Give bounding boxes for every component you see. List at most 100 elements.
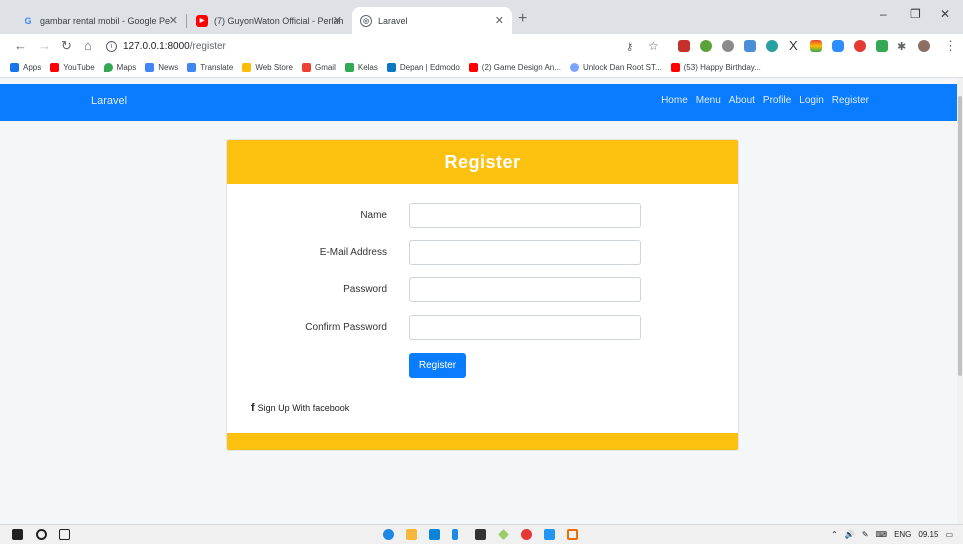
- youtube-icon: [50, 63, 60, 72]
- close-tab-icon[interactable]: ✕: [333, 14, 342, 27]
- close-tab-icon[interactable]: ✕: [495, 14, 504, 27]
- clock[interactable]: 09.15: [918, 530, 938, 539]
- bookmark-label: Translate: [200, 63, 234, 72]
- facebook-signup-link[interactable]: f Sign Up With facebook: [251, 402, 349, 414]
- forward-arrow-icon[interactable]: →: [38, 38, 51, 54]
- pen-icon[interactable]: ✎: [862, 530, 869, 539]
- bookmark-happy-birthday[interactable]: (53) Happy Birthday...: [670, 63, 761, 72]
- tab-youtube[interactable]: ▶ (7) GuyonWaton Official - Perlah ✕: [188, 7, 350, 34]
- tab-google-search[interactable]: G gambar rental mobil - Google Pe ✕: [14, 7, 186, 34]
- minimize-button[interactable]: –: [880, 7, 887, 21]
- nav-link-register[interactable]: Register: [832, 95, 869, 106]
- bookmark-translate[interactable]: Translate: [187, 63, 233, 72]
- bookmark-maps[interactable]: Maps: [103, 63, 136, 72]
- chevron-up-icon[interactable]: ⌃: [831, 530, 838, 539]
- bookmark-gmail[interactable]: Gmail: [301, 63, 336, 72]
- app-icon[interactable]: [521, 529, 532, 540]
- extension-icon[interactable]: [700, 40, 712, 52]
- globe-icon: ◎: [360, 14, 372, 27]
- translate-extension-icon[interactable]: [744, 40, 756, 52]
- drive-extension-icon[interactable]: [876, 40, 888, 52]
- reload-icon[interactable]: ↻: [61, 38, 72, 54]
- site-info-icon[interactable]: i: [106, 40, 117, 52]
- bookmark-star-icon[interactable]: ☆: [648, 38, 659, 54]
- x-extension-icon[interactable]: X: [789, 38, 798, 54]
- system-tray: ⌃ 🔊 ✎ ⌨ ENG 09.15 ▭: [824, 530, 953, 539]
- windows-start-icon[interactable]: [12, 529, 23, 540]
- notification-icon[interactable]: ▭: [945, 530, 953, 539]
- chrome-taskbar-icon[interactable]: [383, 529, 394, 540]
- navbar-brand[interactable]: Laravel: [91, 95, 127, 107]
- bookmark-youtube[interactable]: YouTube: [50, 63, 95, 72]
- zoom-extension-icon[interactable]: [832, 40, 844, 52]
- store-icon[interactable]: [429, 529, 440, 540]
- extension-icon[interactable]: [722, 40, 734, 52]
- bookmark-label: Unlock Dan Root ST...: [582, 63, 662, 72]
- name-field[interactable]: [409, 203, 641, 228]
- language-indicator[interactable]: ENG: [894, 530, 911, 539]
- confirm-password-field[interactable]: [409, 315, 641, 340]
- nav-link-about[interactable]: About: [729, 95, 755, 106]
- extension-icon[interactable]: [766, 40, 778, 52]
- confirm-password-label: Confirm Password: [305, 322, 387, 333]
- bag-icon[interactable]: [475, 529, 486, 540]
- vscode-icon[interactable]: [544, 529, 555, 540]
- email-field[interactable]: [409, 240, 641, 265]
- app-icon[interactable]: [452, 529, 458, 540]
- nav-link-menu[interactable]: Menu: [696, 95, 721, 106]
- page-viewport: Laravel Home Menu About Profile Login Re…: [0, 78, 957, 524]
- close-window-button[interactable]: ✕: [940, 7, 950, 21]
- bookmark-apps[interactable]: Apps: [10, 63, 41, 72]
- bookmark-label: News: [158, 63, 179, 72]
- card-footer: [227, 433, 738, 450]
- nav-link-profile[interactable]: Profile: [763, 95, 791, 106]
- tab-strip: G gambar rental mobil - Google Pe ✕ ▶ (7…: [0, 0, 963, 34]
- bookmarks-bar: Apps YouTube Maps News Translate Web Sto…: [0, 58, 963, 78]
- tab-laravel[interactable]: ◎ Laravel ✕: [352, 7, 512, 34]
- ublock-extension-icon[interactable]: [678, 40, 690, 52]
- puzzle-extensions-icon[interactable]: ✱: [897, 39, 906, 55]
- file-explorer-icon[interactable]: [406, 529, 417, 540]
- nav-link-login[interactable]: Login: [799, 95, 823, 106]
- close-tab-icon[interactable]: ✕: [169, 14, 178, 27]
- password-field[interactable]: [409, 277, 641, 302]
- bookmark-kelas[interactable]: Kelas: [344, 63, 378, 72]
- home-icon[interactable]: ⌂: [84, 38, 92, 54]
- google-icon: G: [24, 15, 32, 26]
- xampp-icon[interactable]: [567, 529, 578, 540]
- search-icon[interactable]: [36, 529, 47, 540]
- classroom-icon: [344, 63, 354, 72]
- bookmark-label: (2) Game Design An...: [481, 63, 561, 72]
- url-host: 127.0.0.1:8000: [123, 40, 190, 52]
- apps-grid-icon: [10, 63, 19, 72]
- task-view-icon[interactable]: [59, 529, 70, 540]
- keyboard-icon[interactable]: ⌨: [876, 530, 888, 539]
- extension-icon[interactable]: [810, 40, 822, 52]
- bookmark-label: Gmail: [314, 63, 336, 72]
- name-label: Name: [360, 210, 387, 221]
- extension-icon[interactable]: [854, 40, 866, 52]
- profile-avatar[interactable]: [918, 40, 930, 52]
- scrollbar-thumb[interactable]: [958, 96, 962, 376]
- tab-title: (7) GuyonWaton Official - Perlah: [214, 15, 344, 26]
- address-bar[interactable]: i 127.0.0.1:8000/register: [106, 37, 666, 55]
- new-tab-button[interactable]: +: [518, 11, 527, 27]
- nav-link-home[interactable]: Home: [661, 95, 688, 106]
- bookmark-label: Web Store: [255, 63, 293, 72]
- maximize-button[interactable]: ❐: [910, 7, 921, 21]
- menu-kebab-icon[interactable]: ⋮: [944, 38, 957, 54]
- bookmark-label: Apps: [23, 63, 42, 72]
- bookmark-game-design[interactable]: (2) Game Design An...: [468, 63, 561, 72]
- web-store-icon: [242, 63, 252, 72]
- bookmark-unlock-root[interactable]: Unlock Dan Root ST...: [569, 63, 662, 72]
- bookmark-news[interactable]: News: [145, 63, 178, 72]
- navbar-links: Home Menu About Profile Login Register: [653, 95, 869, 106]
- bookmark-edmodo[interactable]: Depan | Edmodo: [386, 63, 460, 72]
- bookmark-web-store[interactable]: Web Store: [242, 63, 293, 72]
- register-button[interactable]: Register: [409, 353, 466, 378]
- key-icon[interactable]: ⚷: [626, 40, 633, 56]
- back-arrow-icon[interactable]: ←: [14, 38, 27, 54]
- app-icon[interactable]: [498, 529, 509, 540]
- password-label: Password: [343, 284, 387, 295]
- volume-icon[interactable]: 🔊: [845, 530, 855, 539]
